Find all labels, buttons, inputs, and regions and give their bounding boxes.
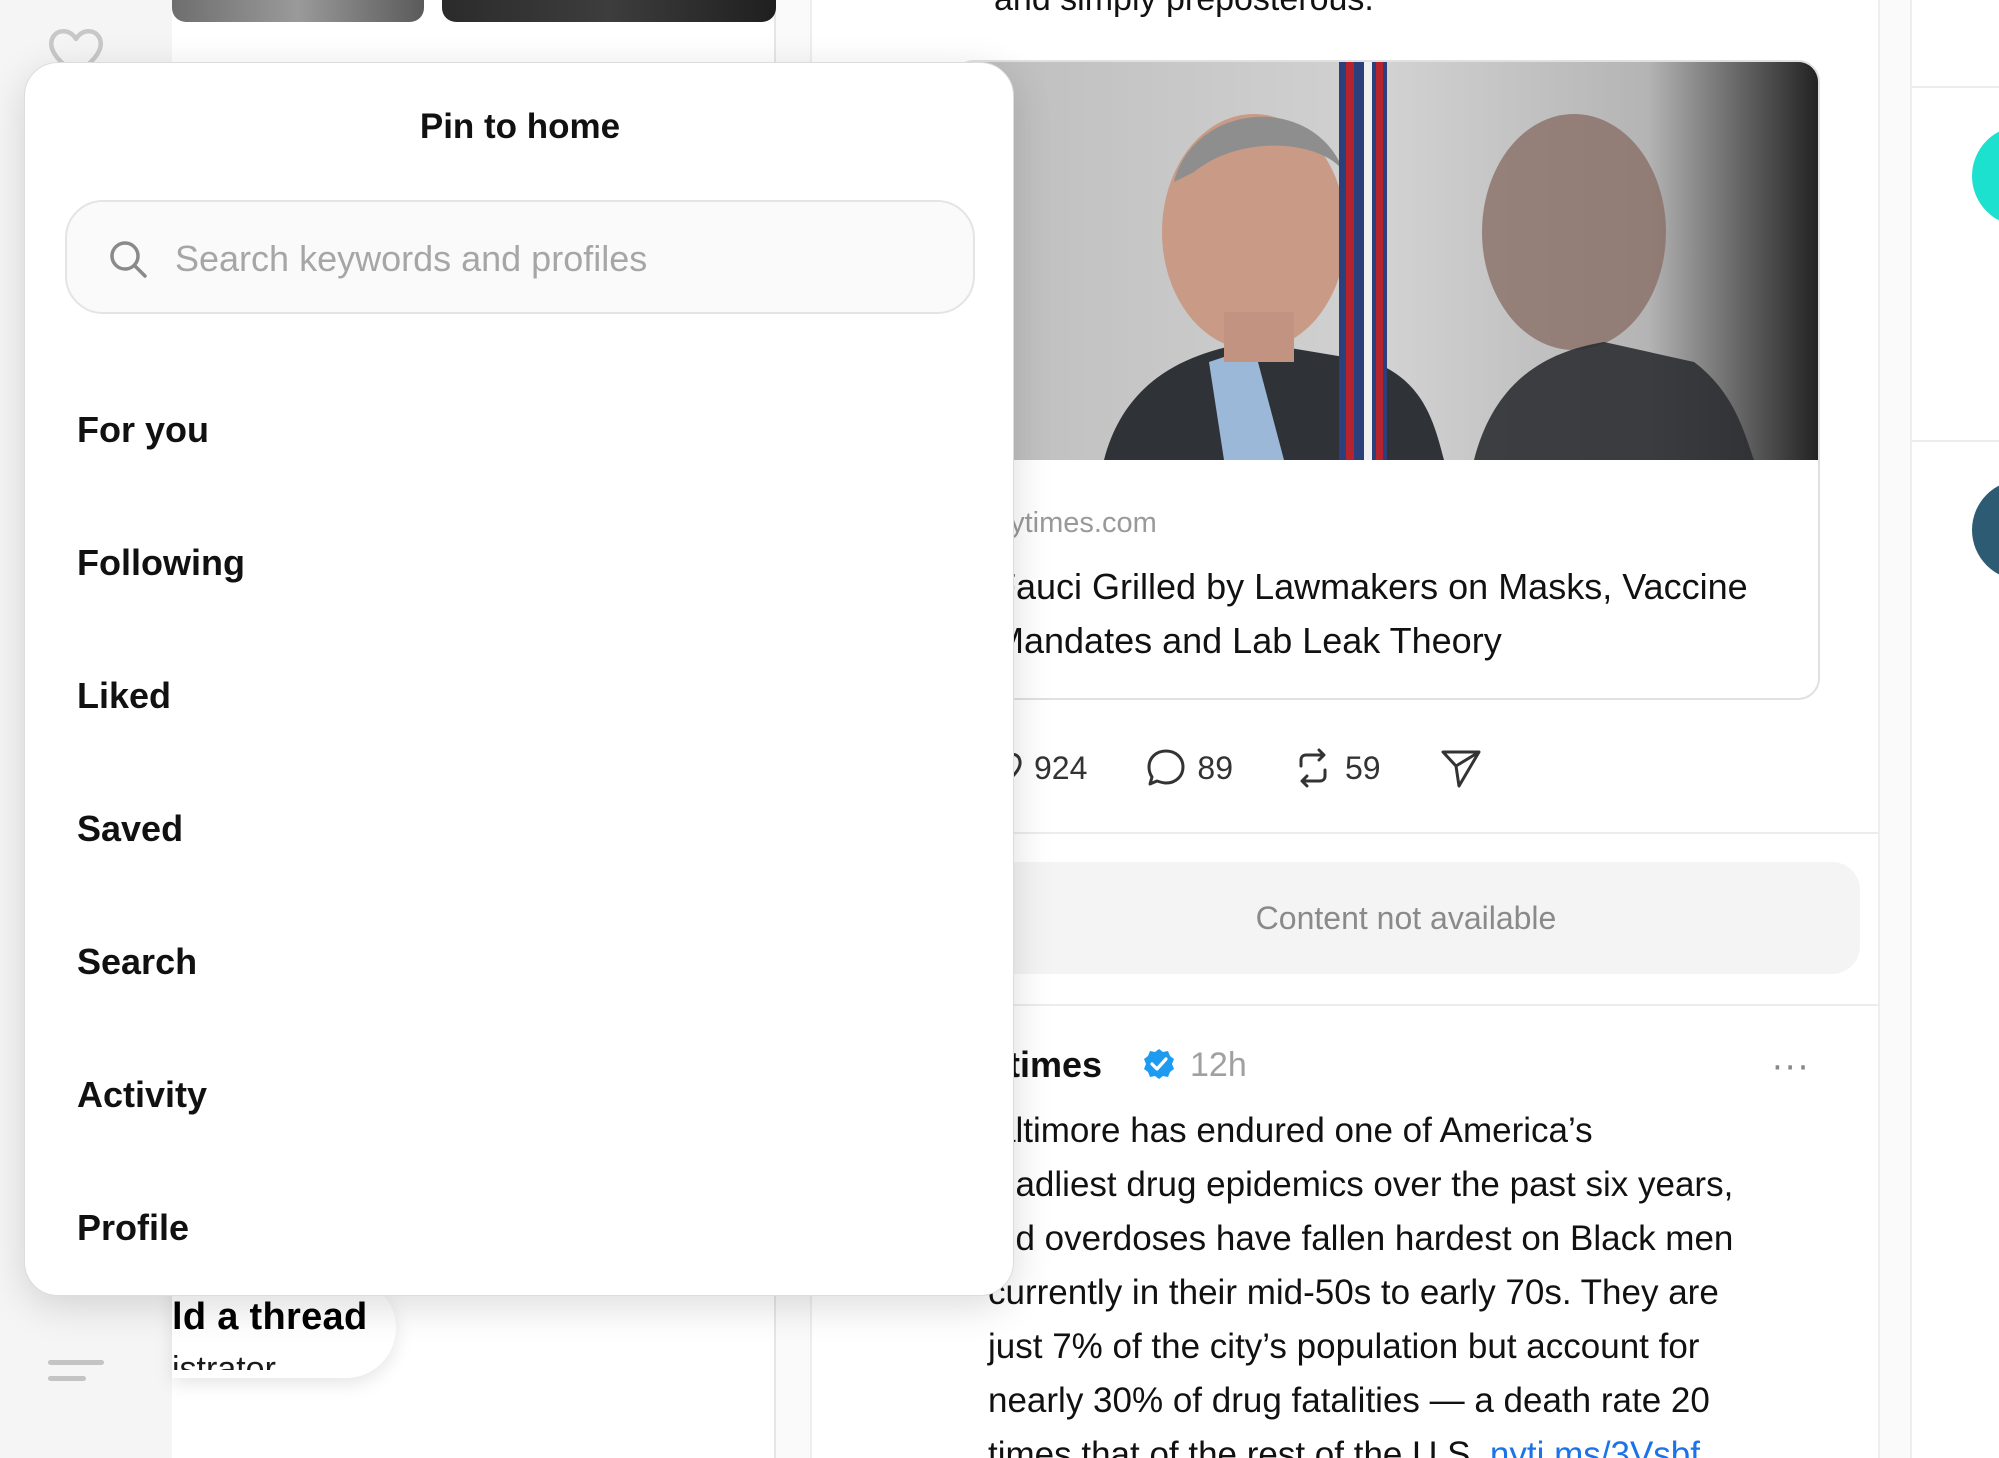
search-icon <box>110 241 147 278</box>
pin-option-search[interactable]: Search <box>77 895 977 1028</box>
like-count: 924 <box>1034 749 1088 786</box>
repost-count: 59 <box>1344 749 1381 786</box>
post-body-line: nearly 30% of drug fatalities — a death … <box>988 1381 1710 1420</box>
thumbnail-image[interactable] <box>172 0 424 22</box>
reply-button[interactable]: 89 <box>1145 747 1233 789</box>
avatar[interactable] <box>1972 126 1999 226</box>
link-domain: nytimes.com <box>994 507 1157 539</box>
post-body-line: currently in their mid-50s to early 70s.… <box>988 1273 1719 1312</box>
pin-option-profile[interactable]: Profile <box>77 1161 977 1294</box>
new-thread-label: ld a thread <box>172 1296 368 1338</box>
pin-option-liked[interactable]: Liked <box>77 629 977 762</box>
post-time: 12h <box>1190 1046 1247 1084</box>
divider <box>1912 440 1999 442</box>
sub-label: istrator <box>172 1350 276 1370</box>
content-not-available: Content not available <box>952 862 1860 974</box>
post-link[interactable]: nyti.ms/3Vsbf <box>1490 1435 1700 1458</box>
repost-button[interactable]: 59 <box>1291 746 1381 790</box>
pin-option-following[interactable]: Following <box>77 496 977 629</box>
post-body-line: just 7% of the city’s population but acc… <box>988 1327 1700 1366</box>
post-text-fragment: and simply preposterous. <box>994 0 1374 19</box>
pin-option-activity[interactable]: Activity <box>77 1028 977 1161</box>
post-body-line-last: times that of the rest of the U.S. nyti.… <box>988 1428 1846 1458</box>
search-input[interactable] <box>175 232 935 286</box>
page: ld a thread istrator and simply preposte… <box>0 0 1999 1458</box>
comment-icon <box>1147 749 1185 786</box>
pin-options-list: For you Following Liked Saved Search Act… <box>77 363 977 1294</box>
post-actions: 924 89 59 <box>988 740 1551 796</box>
thumbnail-image[interactable] <box>442 0 776 22</box>
send-icon <box>1441 750 1481 788</box>
modal-title: Pin to home <box>419 107 621 146</box>
pin-to-home-modal: Pin to home For you Following Liked Save… <box>24 62 1014 1296</box>
link-preview-image <box>954 62 1818 460</box>
avatar[interactable] <box>1972 480 1999 580</box>
pin-option-for-you[interactable]: For you <box>77 363 977 496</box>
reply-count: 89 <box>1197 749 1233 786</box>
verified-badge-icon <box>1144 1049 1174 1079</box>
link-preview-card[interactable]: nytimes.com Fauci Grilled by Lawmakers o… <box>952 60 1820 700</box>
post-body-line: eadliest drug epidemics over the past si… <box>996 1165 1734 1204</box>
menu-icon[interactable] <box>48 1360 106 1400</box>
pin-option-saved[interactable]: Saved <box>77 762 977 895</box>
post-body-line: nd overdoses have fallen hardest on Blac… <box>996 1219 1734 1258</box>
repost-icon <box>1299 748 1327 788</box>
link-title[interactable]: Fauci Grilled by Lawmakers on Masks, Vac… <box>994 560 1774 668</box>
search-box[interactable] <box>65 200 975 314</box>
share-button[interactable] <box>1439 746 1493 790</box>
right-column <box>1910 0 1999 1458</box>
more-options-icon[interactable]: ··· <box>1772 1048 1810 1088</box>
post-body: altimore has endured one of America’s ea… <box>988 1104 1846 1458</box>
post-body-line: altimore has endured one of America’s <box>996 1111 1593 1150</box>
post-body-text: times that of the rest of the U.S. <box>988 1435 1481 1458</box>
divider <box>1912 86 1999 88</box>
